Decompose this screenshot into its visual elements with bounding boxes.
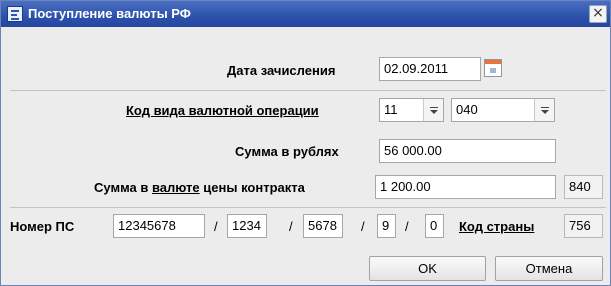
currency-label-prefix: Сумма в xyxy=(94,180,149,195)
window-title: Поступление валюты РФ xyxy=(28,6,191,21)
calendar-icon[interactable] xyxy=(484,59,502,77)
ps-part1-field[interactable]: 12345678 xyxy=(113,214,205,238)
currency-link[interactable]: валюте xyxy=(152,180,200,195)
date-field[interactable]: 02.09.2011 xyxy=(379,57,481,81)
ps-part2-field[interactable]: 1234 xyxy=(227,214,267,238)
currency-label-suffix: цены контракта xyxy=(203,180,305,195)
ps-number-label: Номер ПС xyxy=(10,219,75,234)
document-app-icon xyxy=(7,6,23,22)
dropdown-arrow-icon[interactable] xyxy=(423,99,443,121)
currency-amount-field[interactable]: 1 200.00 xyxy=(375,175,556,199)
opcode-part2-value: 040 xyxy=(456,102,478,117)
ps-slash: / xyxy=(361,219,365,234)
rub-amount-field[interactable]: 56 000.00 xyxy=(379,139,556,163)
ps-slash: / xyxy=(214,219,218,234)
dialog-window: Поступление валюты РФ × Дата зачисления … xyxy=(0,0,611,286)
dropdown-arrow-icon[interactable] xyxy=(534,99,554,121)
ps-part5-field[interactable]: 0 xyxy=(425,214,444,238)
currency-amount-label: Сумма в валюте цены контракта xyxy=(94,180,305,195)
rub-amount-label: Сумма в рублях xyxy=(235,144,339,159)
opcode-part1-value: 11 xyxy=(384,102,398,117)
close-icon[interactable]: × xyxy=(589,5,607,23)
currency-code: 840 xyxy=(564,175,603,199)
opcode-part2-select[interactable]: 040 xyxy=(451,98,555,122)
opcode-link[interactable]: Код вида валютной операции xyxy=(126,103,319,118)
opcode-part1-select[interactable]: 11 xyxy=(379,98,444,122)
separator-top xyxy=(10,90,606,91)
country-code-link[interactable]: Код страны xyxy=(459,219,534,234)
ps-part4-field[interactable]: 9 xyxy=(377,214,396,238)
ps-part3-field[interactable]: 5678 xyxy=(303,214,343,238)
country-code: 756 xyxy=(564,214,603,238)
ok-button[interactable]: OK xyxy=(369,256,486,281)
separator-bottom xyxy=(10,207,606,208)
title-bar[interactable]: Поступление валюты РФ × xyxy=(1,1,610,27)
cancel-button[interactable]: Отмена xyxy=(495,256,603,281)
date-label: Дата зачисления xyxy=(227,63,336,78)
ps-slash: / xyxy=(405,219,409,234)
ps-slash: / xyxy=(289,219,293,234)
